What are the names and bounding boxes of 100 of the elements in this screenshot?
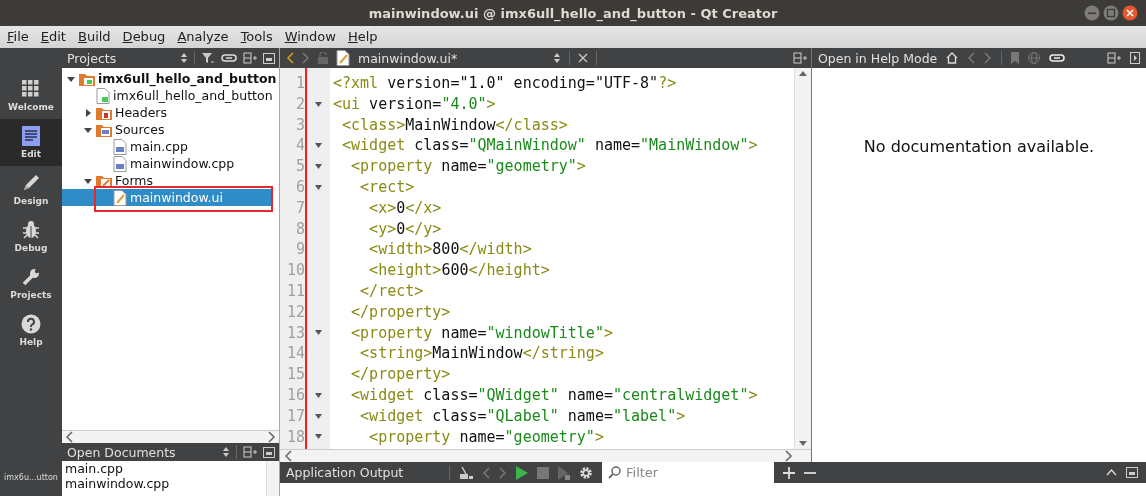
sidebar-toggle-icon[interactable]	[1130, 52, 1140, 64]
mode-tab[interactable]: Design	[0, 166, 62, 213]
filter-field[interactable]: Filter	[602, 462, 774, 483]
file-icon	[336, 50, 350, 66]
scroll-right-icon[interactable]	[268, 431, 276, 443]
menu-item[interactable]: Analyze	[171, 27, 235, 47]
tree-item[interactable]: Forms	[62, 172, 273, 189]
wrench-icon	[21, 267, 41, 287]
panel-title: Application Output	[286, 465, 405, 480]
line-number: 2	[294, 93, 305, 115]
fold-arrow-icon[interactable]	[315, 392, 322, 398]
window-title: mainwindow.ui @ imx6ull_hello_and_button - Qt Creator	[368, 5, 778, 21]
horizontal-scrollbar[interactable]	[280, 449, 811, 462]
menu-item[interactable]: Edit	[34, 27, 72, 47]
sort-arrows-icon[interactable]	[553, 52, 561, 64]
split-icon[interactable]	[793, 52, 807, 64]
help-message: No documentation available.	[863, 137, 1095, 156]
minimize-button[interactable]	[1084, 5, 1100, 21]
tree-item[interactable]: Headers	[62, 104, 273, 121]
expanded-arrow-icon[interactable]	[84, 125, 92, 134]
fold-arrow-icon[interactable]	[315, 330, 322, 336]
mode-tab[interactable]: Debug	[0, 213, 62, 260]
scroll-right-icon[interactable]	[785, 450, 793, 462]
panel-icon[interactable]	[1126, 467, 1138, 478]
project-selector[interactable]: imx6u...utton	[0, 473, 62, 496]
sort-arrows-icon[interactable]	[180, 52, 188, 64]
scroll-down-icon[interactable]	[799, 441, 807, 446]
gear-icon[interactable]	[579, 465, 593, 480]
panel-icon[interactable]	[263, 446, 275, 458]
tree-item[interactable]: mainwindow.ui	[62, 189, 273, 206]
code-line: <widget class="QMainWindow" name="MainWindow">	[341, 135, 758, 157]
close-button[interactable]	[1122, 5, 1138, 21]
help-mode-link[interactable]: Open in Help Mode	[818, 50, 938, 66]
line-number: 17	[285, 405, 305, 427]
tree-item[interactable]: main.cpp	[62, 138, 273, 155]
fold-arrow-icon[interactable]	[315, 184, 322, 190]
mode-tab[interactable]: Help	[0, 307, 62, 354]
mode-tab[interactable]: Projects	[0, 260, 62, 307]
document-item[interactable]: main.cpp	[65, 461, 123, 476]
attach-icon[interactable]	[558, 465, 570, 480]
scroll-up-icon[interactable]	[799, 71, 807, 76]
scroll-left-icon[interactable]	[284, 450, 292, 462]
code-line: <y>0</y>	[368, 218, 442, 240]
line-number: 16	[285, 384, 305, 406]
code-line: <widget class="QLabel" name="label">	[359, 405, 686, 427]
code-line: <?xml version="1.0" encoding="UTF-8"?>	[333, 73, 677, 94]
file-name[interactable]: mainwindow.ui*	[358, 50, 545, 66]
home-icon[interactable]	[946, 52, 959, 64]
line-number: 15	[285, 364, 305, 385]
horizontal-scrollbar[interactable]	[62, 430, 279, 443]
code-line: </property>	[350, 301, 451, 323]
expanded-arrow-icon[interactable]	[67, 74, 75, 83]
tree-item[interactable]: mainwindow.cpp	[62, 155, 273, 172]
line-number: 6	[294, 177, 305, 198]
line-number: 12	[285, 301, 305, 323]
tree-item[interactable]: imx6ull_hello_and_button	[62, 87, 273, 104]
split-icon[interactable]	[1107, 52, 1121, 64]
plus-icon[interactable]	[783, 466, 795, 479]
tree-item[interactable]: Sources	[62, 121, 273, 138]
scroll-left-icon[interactable]	[65, 431, 73, 443]
folder-icon	[96, 105, 112, 120]
collapse-up-icon[interactable]	[1106, 469, 1117, 476]
panel-icon[interactable]	[263, 52, 275, 64]
fold-arrow-icon[interactable]	[315, 143, 322, 149]
expanded-arrow-icon[interactable]	[84, 176, 92, 185]
menu-item[interactable]: Help	[341, 27, 384, 47]
fold-arrow-icon[interactable]	[315, 101, 322, 107]
filter-icon[interactable]	[201, 52, 215, 64]
link-icon[interactable]	[221, 53, 237, 63]
close-icon[interactable]	[578, 53, 588, 63]
menu-item[interactable]: Window	[278, 27, 342, 47]
line-number: 8	[294, 218, 305, 240]
folder-icon	[79, 71, 95, 86]
vertical-scrollbar[interactable]	[266, 461, 279, 496]
mode-tab[interactable]: Edit	[0, 119, 62, 166]
code-line: </property>	[350, 364, 451, 385]
menu-item[interactable]: File	[1, 27, 35, 47]
fold-arrow-icon[interactable]	[315, 434, 322, 440]
vertical-scrollbar[interactable]	[794, 68, 811, 449]
folder-icon	[96, 122, 112, 137]
search-icon	[608, 466, 621, 479]
run-icon[interactable]	[516, 465, 528, 480]
mode-tab[interactable]: Welcome	[0, 72, 62, 119]
code-line: <ui version="4.0">	[333, 93, 496, 115]
panel-title: Projects	[67, 50, 118, 66]
link-icon[interactable]	[1049, 53, 1066, 63]
sort-arrows-icon[interactable]	[222, 446, 230, 458]
fold-arrow-icon[interactable]	[315, 164, 322, 170]
split-icon[interactable]	[243, 52, 257, 64]
code-line: <property name="geometry">	[368, 426, 604, 448]
bug-icon	[21, 220, 41, 240]
line-number: 7	[294, 197, 305, 219]
menu-item[interactable]: Tools	[234, 27, 279, 47]
menu-item[interactable]: Build	[71, 27, 117, 47]
collapsed-arrow-icon[interactable]	[84, 108, 92, 117]
split-icon[interactable]	[243, 446, 257, 458]
clear-icon[interactable]	[459, 465, 473, 480]
fold-arrow-icon[interactable]	[315, 413, 322, 419]
document-item[interactable]: mainwindow.cpp	[65, 476, 170, 491]
menu-item[interactable]: Debug	[116, 27, 172, 47]
